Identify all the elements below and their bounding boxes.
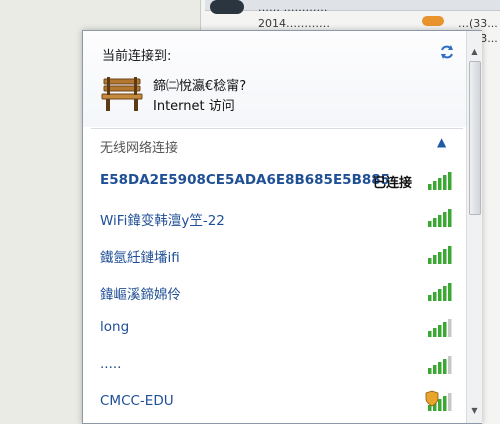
divider <box>91 128 463 129</box>
signal-bar <box>428 221 432 227</box>
network-name: 鐵氬紝鏈墦ifi <box>100 250 180 266</box>
signal-bar <box>428 368 432 374</box>
signal-bar <box>443 175 447 190</box>
scrollbar-thumb[interactable] <box>469 61 481 215</box>
signal-bar <box>433 255 437 264</box>
network-flyout: 当前连接到: 鍗㈡悅瀛€稔甯? Internet 访问 无线网络连接 ▲ E58… <box>82 30 482 424</box>
network-name: ..... <box>100 356 122 372</box>
signal-strength-icon <box>428 283 452 301</box>
background-row-text: 2014………… <box>258 17 330 30</box>
signal-bar <box>448 172 452 190</box>
avatar <box>210 0 244 14</box>
network-name: CMCC-EDU <box>100 393 174 409</box>
signal-bar <box>443 249 447 264</box>
network-name: E58DA2E5908CE5ADA6E8B685E5B885 <box>100 172 391 188</box>
signal-strength-icon <box>428 246 452 264</box>
chevron-up-icon[interactable]: ▲ <box>437 135 446 149</box>
signal-bar <box>438 252 442 264</box>
signal-bar <box>438 178 442 190</box>
network-item[interactable]: CMCC-EDU <box>91 387 463 417</box>
background-row-text: …… ………… <box>258 1 328 14</box>
signal-bar <box>438 215 442 227</box>
signal-bar <box>438 325 442 337</box>
current-connection-section: 当前连接到: 鍗㈡悅瀛€稔甯? Internet 访问 <box>83 31 466 127</box>
signal-bar <box>443 212 447 227</box>
signal-bar <box>443 359 447 374</box>
refresh-icon[interactable] <box>438 43 456 61</box>
signal-strength-icon <box>428 319 452 337</box>
signal-bar <box>443 322 447 337</box>
refresh-icon-glyph <box>441 45 453 59</box>
current-network-name: 鍗㈡悅瀛€稔甯? <box>153 79 247 94</box>
signal-bar <box>428 258 432 264</box>
signal-strength-icon <box>428 356 452 374</box>
scroll-up-arrow-icon[interactable]: ▲ <box>467 45 482 59</box>
current-network-status: Internet 访问 <box>153 99 235 114</box>
bench-network-icon <box>100 73 144 113</box>
network-item[interactable]: WiFi鍏变韩澶у笁-22 <box>91 203 463 233</box>
connection-state: 已连接 <box>373 176 413 191</box>
signal-bar <box>433 292 437 301</box>
network-name: WiFi鍏变韩澶у笁-22 <box>100 213 225 229</box>
signal-bar <box>433 218 437 227</box>
signal-strength-icon <box>425 390 452 411</box>
network-item[interactable]: 鐵氬紝鏈墦ifi <box>91 240 463 270</box>
badge <box>422 16 444 26</box>
network-item[interactable]: 鍏嶇溪鍗婂伶 <box>91 277 463 307</box>
scrollbar[interactable]: ▲ ▼ <box>466 31 482 423</box>
signal-bar <box>428 184 432 190</box>
scroll-down-arrow-icon[interactable]: ▼ <box>467 404 482 418</box>
header-title: 当前连接到: <box>102 49 172 64</box>
signal-bar <box>428 331 432 337</box>
network-item[interactable]: long <box>91 313 463 343</box>
signal-bar <box>433 365 437 374</box>
signal-strength-icon <box>428 172 452 190</box>
signal-bar <box>443 396 447 411</box>
signal-bar <box>438 289 442 301</box>
signal-bar <box>448 283 452 301</box>
signal-bar <box>448 393 452 411</box>
signal-bar <box>443 286 447 301</box>
signal-bar <box>433 181 437 190</box>
signal-bar <box>438 399 442 411</box>
signal-bar <box>448 356 452 374</box>
wireless-group-label: 无线网络连接 <box>100 141 179 156</box>
network-item[interactable]: ..... <box>91 350 463 380</box>
background-row-side: …(33... <box>458 17 498 30</box>
signal-bar <box>448 319 452 337</box>
signal-bar <box>448 209 452 227</box>
signal-strength-icon <box>428 209 452 227</box>
network-name: long <box>100 319 130 335</box>
signal-bar <box>448 246 452 264</box>
signal-bar <box>438 362 442 374</box>
signal-bar <box>433 328 437 337</box>
network-name: 鍏嶇溪鍗婂伶 <box>100 287 181 303</box>
network-item[interactable]: E58DA2E5908CE5ADA6E8B685E5B885 已连接 <box>91 166 463 196</box>
signal-bar <box>428 295 432 301</box>
